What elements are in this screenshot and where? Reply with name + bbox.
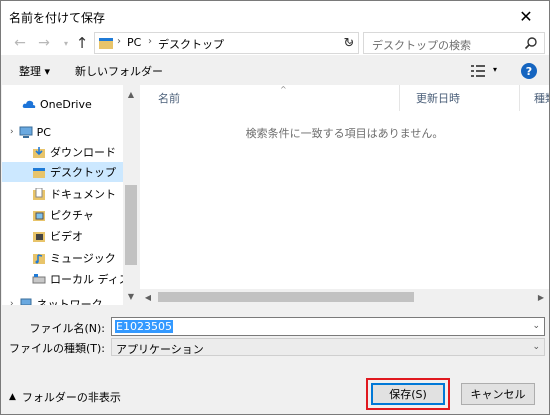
- videos-icon: [33, 232, 45, 242]
- view-dropdown-icon[interactable]: ▾: [493, 65, 497, 74]
- hide-folders-label: フォルダーの非表示: [21, 391, 121, 404]
- sidebar-item-videos[interactable]: ビデオ: [32, 226, 83, 246]
- up-arrow-icon[interactable]: ↑: [73, 33, 91, 53]
- sidebar-item-music[interactable]: ミュージック: [32, 248, 116, 268]
- breadcrumb-separator-icon[interactable]: ›: [148, 36, 152, 47]
- help-icon[interactable]: ?: [521, 63, 537, 79]
- desktop-folder-icon: [33, 168, 45, 178]
- scrollbar-thumb[interactable]: [158, 292, 414, 302]
- close-button[interactable]: ✕: [503, 1, 549, 31]
- title-bar: 名前を付けて保存 ✕: [1, 1, 549, 31]
- expand-chevron-icon[interactable]: ›: [10, 127, 14, 137]
- local-disk-icon: [32, 274, 46, 284]
- filetype-value: アプリケーション: [116, 343, 204, 356]
- chevron-up-icon: ▲: [9, 392, 16, 402]
- filetype-dropdown-icon[interactable]: ⌄: [532, 342, 540, 352]
- filename-field[interactable]: E1023505 ⌄: [111, 317, 545, 336]
- sidebar-item-label: ドキュメント: [50, 188, 116, 201]
- network-icon: [20, 298, 32, 305]
- sidebar-item-label: ビデオ: [50, 230, 83, 243]
- music-icon: [33, 254, 45, 264]
- command-bar: 整理 ▾ 新しいフォルダー ▾ ?: [1, 57, 549, 85]
- folder-icon: [99, 38, 113, 49]
- filename-dropdown-icon[interactable]: ⌄: [532, 321, 540, 331]
- address-bar[interactable]: › PC › デスクトップ ⌄: [94, 32, 359, 54]
- filetype-label: ファイルの種類(T):: [8, 342, 105, 355]
- downloads-icon: [33, 147, 45, 158]
- save-as-dialog: 名前を付けて保存 ✕ ← → ▾ ↑ › PC › デスクトップ ⌄ ↻ デスク…: [0, 0, 550, 415]
- column-header-label: 名前: [158, 92, 180, 105]
- filename-value[interactable]: E1023505: [115, 320, 173, 333]
- horizontal-scrollbar[interactable]: ◀ ▶: [140, 289, 549, 305]
- breadcrumb-pc[interactable]: PC: [127, 36, 141, 49]
- sidebar-item-documents[interactable]: ドキュメント: [32, 184, 116, 204]
- file-list[interactable]: ^ 名前 更新日時 種類 検索条件に一致する項目はありません。 ◀ ▶: [140, 85, 549, 305]
- search-icon[interactable]: [524, 36, 538, 50]
- navigation-bar: ← → ▾ ↑ › PC › デスクトップ ⌄ ↻ デスクトップの検索: [1, 31, 549, 55]
- navigation-pane-scrollbar[interactable]: ▲ ▼: [123, 85, 139, 305]
- empty-list-message: 検索条件に一致する項目はありません。: [245, 127, 444, 140]
- scroll-left-arrow-icon[interactable]: ◀: [140, 289, 156, 305]
- scrollbar-thumb[interactable]: [125, 185, 137, 265]
- organize-button[interactable]: 整理 ▾: [19, 63, 50, 79]
- cancel-button[interactable]: キャンセル: [461, 383, 535, 405]
- sidebar-item-pictures[interactable]: ピクチャ: [32, 205, 94, 225]
- save-button[interactable]: 保存(S): [371, 383, 445, 405]
- pictures-icon: [33, 211, 45, 221]
- sidebar-item-network[interactable]: › ネットワーク: [10, 294, 103, 305]
- navigation-pane[interactable]: OneDrive › PC ダウンロード デスクトップ ドキュメント ピクチャ …: [2, 85, 139, 305]
- documents-icon: [33, 188, 45, 200]
- sidebar-item-label: ダウンロード: [50, 146, 116, 159]
- search-input[interactable]: デスクトップの検索: [363, 32, 545, 54]
- view-options-icon[interactable]: [471, 65, 485, 77]
- sidebar-item-label: デスクトップ: [50, 166, 116, 179]
- filetype-select[interactable]: アプリケーション ⌄: [111, 338, 545, 356]
- sidebar-item-downloads[interactable]: ダウンロード: [32, 142, 116, 162]
- column-header-label: 更新日時: [416, 92, 460, 105]
- forward-arrow-icon[interactable]: →: [35, 33, 53, 53]
- scroll-down-arrow-icon[interactable]: ▼: [123, 289, 139, 303]
- filename-label: ファイル名(N):: [29, 322, 105, 335]
- sidebar-item-label: ネットワーク: [36, 298, 103, 305]
- column-header-label: 種類: [534, 92, 549, 105]
- onedrive-icon: [22, 100, 36, 108]
- scroll-up-arrow-icon[interactable]: ▲: [123, 87, 139, 101]
- pc-icon: [19, 126, 33, 138]
- sidebar-item-onedrive[interactable]: OneDrive: [22, 94, 92, 114]
- new-folder-button[interactable]: 新しいフォルダー: [75, 63, 163, 79]
- scroll-right-arrow-icon[interactable]: ▶: [533, 289, 549, 305]
- search-placeholder: デスクトップの検索: [372, 39, 471, 52]
- sidebar-item-label: ミュージック: [50, 252, 116, 265]
- window-title: 名前を付けて保存: [9, 11, 106, 25]
- column-header-name[interactable]: 名前: [140, 85, 400, 111]
- sidebar-item-pc[interactable]: › PC: [10, 122, 51, 142]
- back-arrow-icon[interactable]: ←: [11, 33, 29, 53]
- breadcrumb-desktop[interactable]: デスクトップ: [158, 36, 224, 52]
- sidebar-item-label: OneDrive: [40, 97, 92, 111]
- hide-folders-button[interactable]: ▲ フォルダーの非表示: [9, 389, 121, 405]
- refresh-icon[interactable]: ↻: [341, 35, 357, 51]
- sidebar-item-label: ピクチャ: [50, 209, 94, 222]
- column-header-type[interactable]: 種類: [520, 85, 549, 111]
- sidebar-item-desktop[interactable]: デスクトップ: [2, 162, 124, 182]
- sidebar-item-label: PC: [36, 125, 51, 139]
- breadcrumb-separator-icon[interactable]: ›: [117, 36, 121, 47]
- expand-chevron-icon[interactable]: ›: [10, 299, 14, 305]
- column-header-date-modified[interactable]: 更新日時: [400, 85, 520, 111]
